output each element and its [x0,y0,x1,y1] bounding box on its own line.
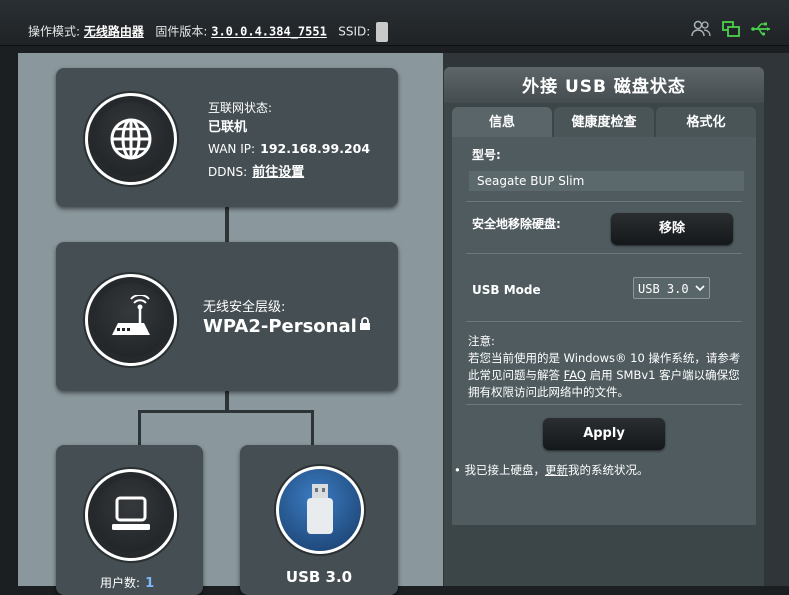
wireless-security-label: 无线安全层级: [203,300,286,315]
wireless-security-value: WPA2-Personal [203,316,357,337]
usb-status-panel: 外接 USB 磁盘状态 信息 健康度检查 格式化 型号: Seagate BUP… [444,67,764,586]
ssid-value-redacted [376,22,389,42]
bullet-dot: • [454,463,465,477]
internet-status-value: 已联机 [208,120,248,135]
users-icon[interactable] [691,20,711,38]
wan-ip-row: WAN IP: 192.168.99.204 [208,138,370,157]
status-icons [691,20,773,38]
divider [466,321,742,322]
faq-link[interactable]: FAQ [564,368,586,382]
bullet-note: • 我已接上硬盘，更新我的系统状况。 [454,462,648,478]
wireless-card[interactable]: 无线安全层级: WPA2-Personal [56,242,398,391]
firmware-link[interactable]: 3.0.0.4.384_7551 [211,25,327,39]
computer-icon[interactable] [85,469,177,561]
usb-drive-icon[interactable] [276,466,364,554]
connector-line [225,206,229,242]
network-icon[interactable] [721,20,741,38]
top-status-bar: 操作模式: 无线路由器 固件版本: 3.0.0.4.384_7551 SSID: [0,0,789,46]
tab-info[interactable]: 信息 [452,107,552,137]
apply-button[interactable]: Apply [543,418,665,450]
usb-card[interactable]: USB 3.0 [240,445,398,595]
top-info: 操作模式: 无线路由器 固件版本: 3.0.0.4.384_7551 SSID: [28,22,389,42]
divider [466,201,742,202]
clients-row: 用户数: 1 [100,572,154,591]
chevron-down-icon [695,278,705,305]
divider [466,253,742,254]
model-value: Seagate BUP Slim [469,171,744,191]
lock-icon [359,316,371,335]
clients-card[interactable]: 用户数: 1 [56,445,203,595]
wan-ip-value: 192.168.99.204 [260,141,371,156]
clients-count[interactable]: 1 [145,576,154,591]
connector-line [138,410,314,413]
tab-health-check[interactable]: 健康度检查 [554,107,654,137]
notice-text: 注意: 若您当前使用的是 Windows® 10 操作系统，请参考此常见问题与解… [468,333,748,401]
connector-line [311,410,314,446]
panel-title: 外接 USB 磁盘状态 [444,67,764,103]
panel-tabs: 信息 健康度检查 格式化 [452,107,756,137]
tab-format[interactable]: 格式化 [656,107,756,137]
notice-title: 注意: [468,334,495,348]
usb-mode-label: USB Mode [472,283,541,297]
globe-icon[interactable] [85,93,177,185]
refresh-link[interactable]: 更新 [545,463,568,477]
divider [466,404,742,405]
internet-card[interactable]: 互联网状态: 已联机 WAN IP: 192.168.99.204 DDNS: … [56,68,398,207]
bullet-part1: 我已接上硬盘， [464,463,545,477]
usb-mode-value: USB 3.0 [638,282,689,296]
model-label: 型号: [472,148,501,162]
mode-link[interactable]: 无线路由器 [84,25,144,39]
ddns-row: DDNS: 前往设置 [208,161,304,180]
safe-eject-label: 安全地移除硬盘: [472,217,561,231]
usb-mode-select[interactable]: USB 3.0 [633,277,710,299]
firmware-label: 固件版本: [155,24,208,39]
usb-card-label: USB 3.0 [285,568,353,586]
bullet-part2: 我的系统状况。 [567,463,649,477]
clients-label: 用户数: [100,576,141,590]
eject-button[interactable]: 移除 [611,213,733,245]
usb-icon[interactable] [751,20,773,38]
connector-line [138,410,141,446]
mode-label: 操作模式: [28,24,81,39]
connector-line [225,391,229,411]
network-map-area: 互联网状态: 已联机 WAN IP: 192.168.99.204 DDNS: … [20,53,443,595]
ssid-label: SSID: [338,24,371,39]
ddns-label: DDNS: [208,165,248,179]
wan-ip-label: WAN IP: [208,142,256,156]
ddns-link[interactable]: 前往设置 [252,165,304,180]
router-icon[interactable] [85,274,177,366]
internet-status-label: 互联网状态: [208,101,273,115]
